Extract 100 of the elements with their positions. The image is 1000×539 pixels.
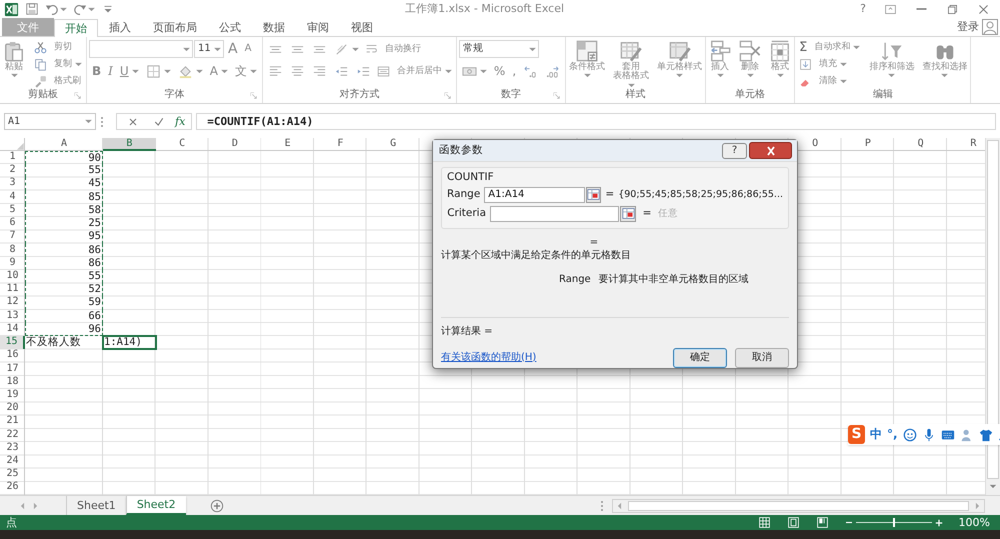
view-button[interactable] [786, 516, 800, 530]
ribbon-tab[interactable]: 页面布局 [142, 18, 208, 36]
sheet-cell[interactable]: 58 [25, 204, 103, 218]
argument-field[interactable]: A1:A14 [484, 186, 586, 203]
range-select-button[interactable] [620, 206, 636, 222]
number-format-field[interactable]: 常规 [458, 40, 539, 58]
toolbar-button[interactable] [73, 2, 95, 16]
ribbon-tab[interactable]: 审阅 [296, 18, 340, 36]
sheet-cell[interactable]: 55 [25, 164, 103, 178]
scrollbar[interactable] [985, 138, 1000, 495]
sheet-cell[interactable]: 59 [25, 296, 103, 310]
column-header[interactable]: C [156, 138, 208, 151]
column-header[interactable]: B [103, 138, 156, 151]
scrollbar[interactable] [612, 498, 985, 512]
zoom-level[interactable]: 100% [958, 516, 990, 530]
sheet-cell[interactable]: 86 [25, 256, 103, 270]
font-size-field[interactable]: 11 [194, 40, 224, 58]
row-header[interactable]: 9 [0, 256, 25, 270]
help-button[interactable]: ? [722, 142, 747, 158]
column-header[interactable]: D [208, 138, 262, 151]
add-sheet-button[interactable] [210, 498, 224, 512]
column-header[interactable]: G [366, 138, 420, 151]
row-header[interactable]: 23 [0, 442, 25, 456]
ribbon-button[interactable]: 格式 [768, 40, 792, 78]
ribbon-tab[interactable]: 开始 [54, 19, 98, 37]
row-header[interactable]: 11 [0, 283, 25, 296]
ribbon-button[interactable]: 复制 [32, 56, 84, 72]
row-header[interactable]: 25 [0, 468, 25, 482]
row-header[interactable]: 16 [0, 349, 25, 362]
sheet-cell[interactable]: 85 [25, 190, 103, 204]
row-header[interactable]: 18 [0, 376, 25, 389]
ribbon-button[interactable]: 格式刷 [32, 73, 84, 90]
toolbar-button[interactable] [25, 2, 39, 16]
row-header[interactable]: 10 [0, 270, 25, 284]
scroll-thumb[interactable] [987, 140, 999, 479]
ribbon-button[interactable]: 粘贴 [2, 40, 26, 78]
range-select-button[interactable] [586, 186, 602, 203]
ime-button[interactable]: °, [887, 427, 898, 442]
row-header[interactable]: 15 [0, 336, 25, 350]
row-header[interactable]: 6 [0, 217, 25, 230]
sheet-cell[interactable]: 66 [25, 310, 103, 323]
font-name-field[interactable] [89, 40, 193, 58]
column-header[interactable]: R [947, 138, 985, 151]
sheet-cell[interactable]: 45 [25, 177, 103, 191]
sheet-cell[interactable]: 25 [25, 217, 103, 230]
row-header[interactable]: 14 [0, 322, 25, 336]
sheet-cell[interactable]: 55 [25, 270, 103, 284]
sign-in-link[interactable]: 登录 [957, 20, 979, 34]
row-header[interactable]: 3 [0, 177, 25, 191]
column-header[interactable]: E [261, 138, 314, 151]
view-button[interactable] [816, 516, 829, 530]
column-header[interactable]: F [314, 138, 367, 151]
name-box[interactable]: A1 [4, 113, 96, 130]
help-link[interactable]: 有关该函数的帮助(H) [441, 352, 536, 364]
row-header[interactable]: 13 [0, 310, 25, 323]
sheet-cell[interactable]: 不及格人数 [25, 336, 103, 350]
column-header[interactable]: P [842, 138, 894, 151]
row-header[interactable]: 8 [0, 244, 25, 257]
ribbon-button[interactable]: 插入 [708, 40, 732, 78]
argument-field[interactable] [490, 206, 619, 222]
ribbon-tab[interactable]: 插入 [98, 18, 142, 36]
ribbon-button[interactable]: 单元格样式 [656, 40, 704, 78]
row-header[interactable]: 21 [0, 415, 25, 429]
ribbon-button[interactable]: Σ 自动求和 [797, 40, 862, 56]
insert-function-button[interactable]: fx [175, 114, 186, 128]
sheet-tab[interactable]: Sheet2 [126, 496, 186, 515]
column-header[interactable]: A [25, 138, 103, 151]
row-header[interactable]: 26 [0, 481, 25, 495]
ribbon-tab[interactable]: 视图 [340, 18, 384, 36]
sheet-cell[interactable]: 90 [25, 151, 103, 164]
row-header[interactable]: 19 [0, 388, 25, 402]
formula-field[interactable]: =COUNTIF(A1:A14) [196, 113, 996, 130]
row-header[interactable]: 5 [0, 204, 25, 218]
ribbon-tab[interactable]: 公式 [208, 18, 252, 36]
sheet-cell[interactable]: 95 [25, 230, 103, 244]
ime-button[interactable]: 中 [870, 427, 882, 442]
row-header[interactable]: 24 [0, 455, 25, 468]
ribbon-button[interactable]: 填充 [797, 56, 862, 72]
ribbon-button[interactable]: 套用 表格格式 [612, 40, 650, 88]
toolbar-button[interactable] [45, 2, 67, 16]
ribbon-button[interactable]: 自动换行 [362, 41, 423, 57]
ribbon-button[interactable]: 合并后居中 [374, 63, 454, 79]
row-header[interactable]: 12 [0, 296, 25, 310]
row-header[interactable]: 2 [0, 164, 25, 178]
view-button[interactable] [758, 516, 771, 530]
close-button[interactable] [749, 142, 792, 159]
row-header[interactable]: 4 [0, 190, 25, 204]
row-header[interactable]: 17 [0, 362, 25, 376]
dialog-button[interactable]: 取消 [735, 348, 789, 368]
sheet-cell[interactable]: 1:A14) [103, 336, 156, 350]
row-header[interactable]: 20 [0, 402, 25, 416]
sheet-cell[interactable]: 86 [25, 244, 103, 257]
sheet-cell[interactable]: 96 [25, 322, 103, 336]
row-header[interactable]: 22 [0, 428, 25, 442]
row-header[interactable]: 1 [0, 151, 25, 164]
ribbon-tab[interactable]: 数据 [252, 18, 296, 36]
sheet-cell[interactable]: 52 [25, 283, 103, 296]
scroll-thumb[interactable] [628, 500, 969, 510]
ribbon-button[interactable]: 条件格式 [568, 40, 606, 78]
dialog-button[interactable]: 确定 [673, 348, 727, 368]
